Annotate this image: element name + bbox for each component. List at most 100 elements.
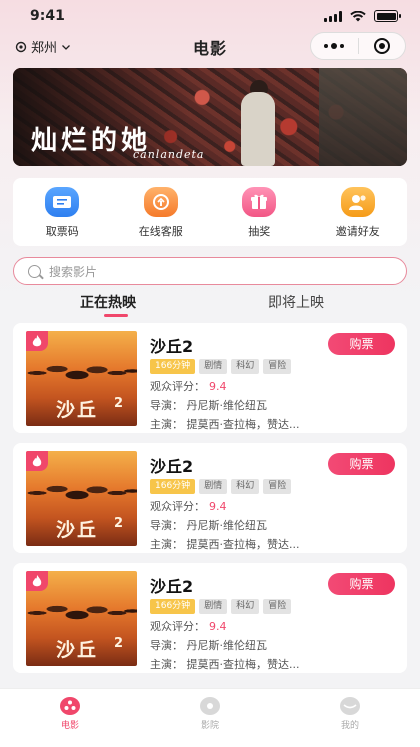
signal-icon bbox=[324, 10, 342, 22]
bottom-tab-cinemas[interactable]: 影院 bbox=[140, 689, 280, 747]
movie-rating: 观众评分： 9.4 bbox=[150, 498, 227, 514]
movie-director: 导演： 丹尼斯·维伦纽瓦 bbox=[150, 517, 267, 533]
hot-flame-icon bbox=[26, 331, 48, 351]
bottom-tab-profile[interactable]: 我的 bbox=[280, 689, 420, 747]
duration-tag: 166分钟 bbox=[150, 599, 196, 614]
movie-poster: 沙丘 2 bbox=[26, 331, 137, 426]
movie-tags: 166分钟 剧情 科幻 冒险 bbox=[150, 599, 292, 614]
movie-tags: 166分钟 剧情 科幻 冒险 bbox=[150, 479, 292, 494]
poster-title: 沙丘 bbox=[56, 639, 99, 661]
quick-action-label: 取票码 bbox=[45, 225, 79, 238]
duration-tag: 166分钟 bbox=[150, 359, 196, 374]
director-name: 丹尼斯·维伦纽瓦 bbox=[186, 519, 268, 532]
banner-subtitle: canlandeta bbox=[133, 148, 205, 161]
movie-tags: 166分钟 剧情 科幻 冒险 bbox=[150, 359, 292, 374]
promo-banner[interactable]: 灿烂的她 canlandeta bbox=[13, 68, 407, 166]
poster-number: 2 bbox=[114, 636, 124, 651]
movie-tabs: 正在热映 即将上映 bbox=[0, 292, 420, 318]
director-name: 丹尼斯·维伦纽瓦 bbox=[186, 639, 268, 652]
close-miniprogram-button[interactable] bbox=[359, 33, 406, 59]
poster-title: 沙丘 bbox=[56, 519, 99, 541]
bottom-tab-label: 影院 bbox=[200, 721, 219, 731]
movie-rating: 观众评分： 9.4 bbox=[150, 618, 227, 634]
poster-number: 2 bbox=[114, 516, 124, 531]
genre-tag: 剧情 bbox=[199, 479, 228, 494]
target-icon bbox=[373, 38, 390, 54]
gift-icon bbox=[242, 187, 277, 217]
search-placeholder: 搜索影片 bbox=[49, 264, 98, 279]
bottom-tab-bar: 电影 影院 我的 bbox=[0, 688, 420, 747]
quick-action-label: 抽奖 bbox=[248, 225, 271, 238]
movie-card[interactable]: 沙丘 2 沙丘2 购票 166分钟 剧情 科幻 冒险 观众评分： 9.4 导演： … bbox=[13, 443, 407, 553]
rating-score: 9.4 bbox=[209, 380, 227, 393]
tab-coming-soon[interactable]: 即将上映 bbox=[268, 292, 324, 312]
duration-tag: 166分钟 bbox=[150, 479, 196, 494]
cast-label: 主演： bbox=[150, 658, 183, 671]
tab-now-showing[interactable]: 正在热映 bbox=[80, 292, 136, 312]
cast-names: 提莫西·查拉梅，赞达... bbox=[186, 658, 300, 671]
director-label: 导演： bbox=[150, 399, 183, 412]
movie-title: 沙丘2 bbox=[150, 337, 194, 356]
quick-action-support[interactable]: 在线客服 bbox=[112, 178, 211, 246]
search-input[interactable]: 搜索影片 bbox=[13, 257, 407, 285]
quick-action-invite[interactable]: 邀请好友 bbox=[309, 178, 408, 246]
genre-tag: 科幻 bbox=[231, 359, 260, 374]
status-bar: 9:41 bbox=[0, 0, 420, 32]
hot-flame-icon bbox=[26, 451, 48, 471]
director-label: 导演： bbox=[150, 519, 183, 532]
headset-icon bbox=[143, 187, 178, 217]
more-icon bbox=[324, 43, 345, 49]
cast-label: 主演： bbox=[150, 538, 183, 551]
director-name: 丹尼斯·维伦纽瓦 bbox=[186, 399, 268, 412]
buy-ticket-button[interactable]: 购票 bbox=[328, 453, 395, 475]
genre-tag: 剧情 bbox=[199, 359, 228, 374]
rating-score: 9.4 bbox=[209, 620, 227, 633]
poster-title: 沙丘 bbox=[56, 399, 99, 421]
nav-bar: 郑州 电影 bbox=[0, 32, 420, 62]
cast-names: 提莫西·查拉梅，赞达... bbox=[186, 538, 300, 551]
movie-title: 沙丘2 bbox=[150, 577, 194, 596]
hot-flame-icon bbox=[26, 571, 48, 591]
wifi-icon bbox=[350, 10, 366, 21]
buy-ticket-button[interactable]: 购票 bbox=[328, 573, 395, 595]
movie-card[interactable]: 沙丘 2 沙丘2 购票 166分钟 剧情 科幻 冒险 观众评分： 9.4 导演： … bbox=[13, 563, 407, 673]
quick-action-ticket-code[interactable]: 取票码 bbox=[13, 178, 112, 246]
cast-names: 提莫西·查拉梅，赞达... bbox=[186, 418, 300, 431]
quick-actions: 取票码 在线客服 抽奖 邀请好友 bbox=[13, 178, 407, 246]
movie-poster: 沙丘 2 bbox=[26, 571, 137, 666]
genre-tag: 剧情 bbox=[199, 599, 228, 614]
more-menu-button[interactable] bbox=[311, 33, 358, 59]
movie-cast: 主演： 提莫西·查拉梅，赞达... bbox=[150, 536, 300, 552]
cast-label: 主演： bbox=[150, 418, 183, 431]
movie-director: 导演： 丹尼斯·维伦纽瓦 bbox=[150, 637, 267, 653]
movie-card[interactable]: 沙丘 2 沙丘2 购票 166分钟 剧情 科幻 冒险 观众评分： 9.4 导演： … bbox=[13, 323, 407, 433]
quick-action-lottery[interactable]: 抽奖 bbox=[210, 178, 309, 246]
poster-number: 2 bbox=[114, 396, 124, 411]
genre-tag: 冒险 bbox=[263, 359, 292, 374]
movie-cast: 主演： 提莫西·查拉梅，赞达... bbox=[150, 656, 300, 672]
quick-action-label: 邀请好友 bbox=[335, 225, 380, 238]
genre-tag: 科幻 bbox=[231, 479, 260, 494]
buy-ticket-button[interactable]: 购票 bbox=[328, 333, 395, 355]
rating-label: 观众评分： bbox=[150, 500, 205, 513]
bottom-tab-movies[interactable]: 电影 bbox=[0, 689, 140, 747]
status-time: 9:41 bbox=[30, 8, 65, 24]
cinema-icon bbox=[200, 697, 220, 715]
movie-director: 导演： 丹尼斯·维伦纽瓦 bbox=[150, 397, 267, 413]
invite-friends-icon bbox=[340, 187, 375, 217]
quick-action-label: 在线客服 bbox=[138, 225, 183, 238]
genre-tag: 科幻 bbox=[231, 599, 260, 614]
battery-icon bbox=[374, 10, 401, 22]
movie-rating: 观众评分： 9.4 bbox=[150, 378, 227, 394]
rating-label: 观众评分： bbox=[150, 380, 205, 393]
search-icon bbox=[28, 264, 41, 278]
film-icon bbox=[60, 697, 80, 715]
mini-program-capsule bbox=[310, 32, 406, 60]
rating-label: 观众评分： bbox=[150, 620, 205, 633]
bottom-tab-label: 电影 bbox=[60, 721, 79, 731]
movie-title: 沙丘2 bbox=[150, 457, 194, 476]
genre-tag: 冒险 bbox=[263, 479, 292, 494]
active-tab-indicator bbox=[104, 314, 128, 317]
genre-tag: 冒险 bbox=[263, 599, 292, 614]
profile-icon bbox=[340, 697, 360, 715]
